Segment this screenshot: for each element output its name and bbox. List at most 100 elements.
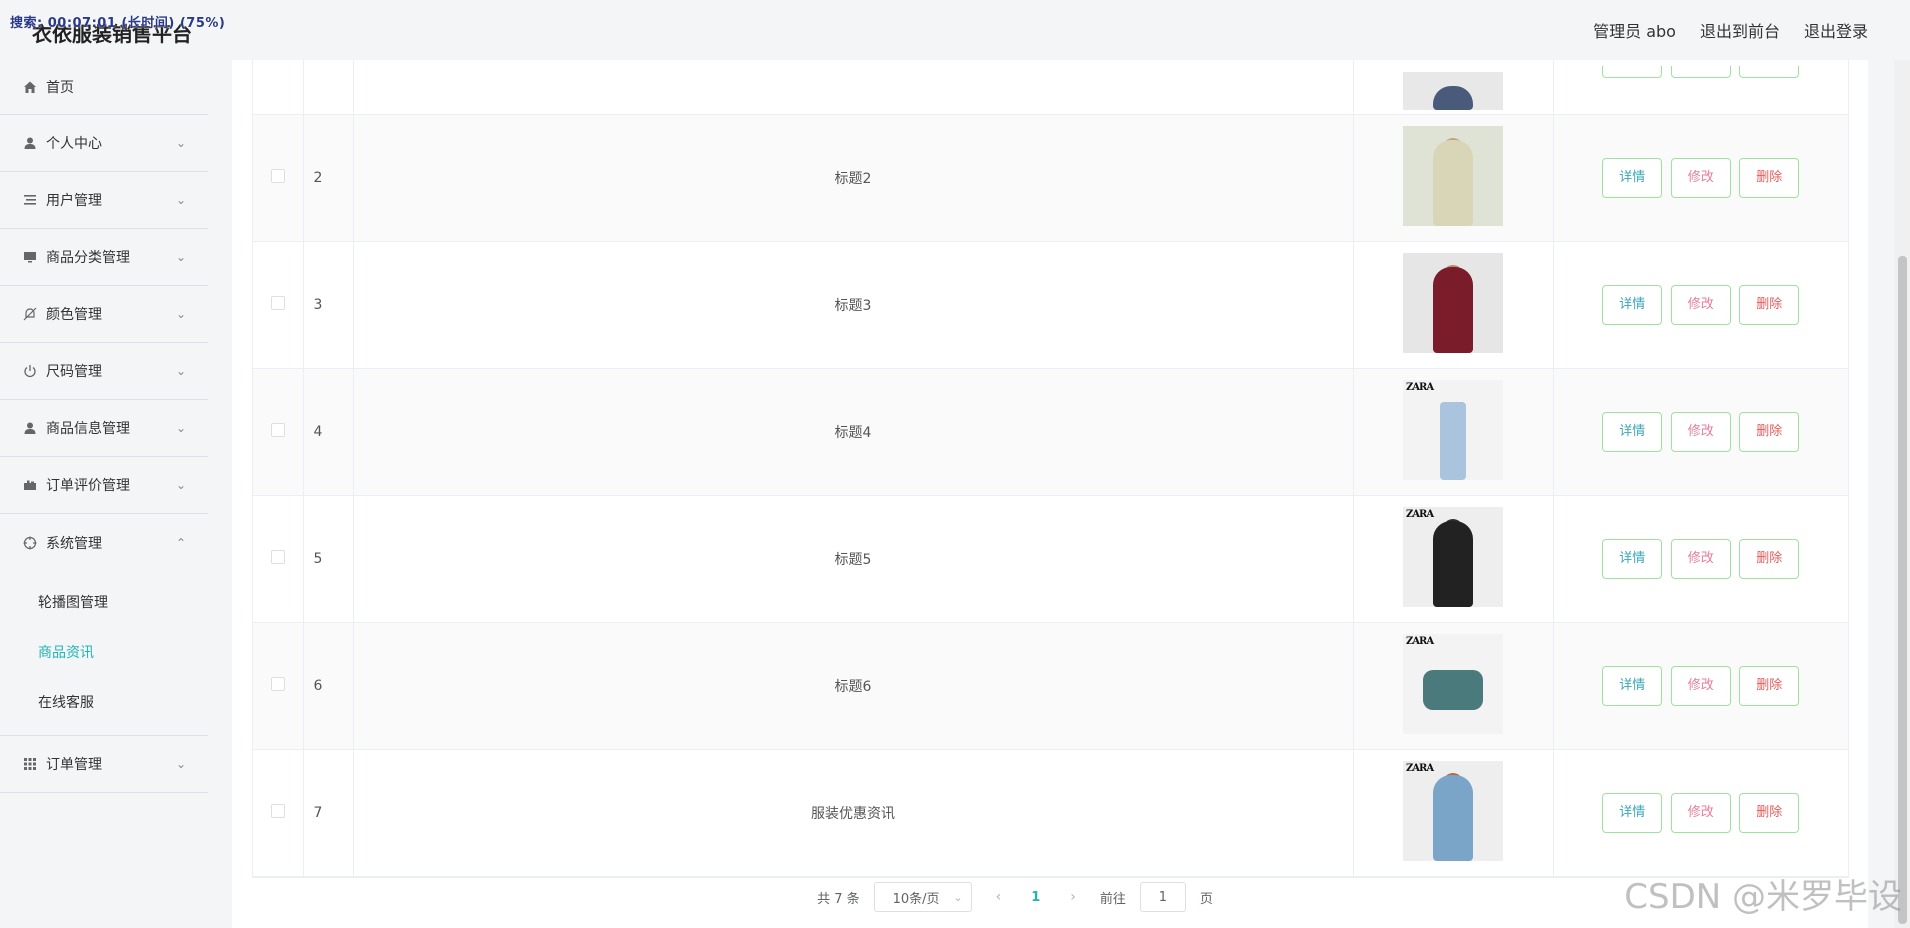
row-title: 标题3: [353, 241, 1354, 369]
sidebar-item-system-management[interactable]: 系统管理 ⌃: [0, 514, 208, 571]
scrollbar-thumb[interactable]: [1898, 256, 1907, 924]
chevron-down-icon: ⌄: [175, 136, 186, 150]
product-thumbnail: ZARA: [1403, 633, 1503, 734]
table-row: 5 标题5 ZARA 详情 修改 删除: [253, 495, 1848, 623]
edit-button[interactable]: 修改: [1670, 157, 1731, 198]
edit-button[interactable]: 修改: [1670, 665, 1731, 706]
crosshair-icon: [22, 535, 38, 551]
main-content: 详情 修改 删除 2 标题2: [232, 60, 1868, 928]
delete-button[interactable]: 删除: [1739, 157, 1800, 198]
goto-page-input[interactable]: [1139, 882, 1186, 912]
edit-button[interactable]: 修改: [1670, 792, 1731, 833]
table-row: 详情 修改 删除: [253, 60, 1848, 115]
detail-button[interactable]: 详情: [1602, 284, 1663, 325]
row-checkbox[interactable]: [270, 549, 285, 564]
row-title: 标题5: [353, 495, 1354, 623]
sidebar-item-label: 系统管理: [46, 535, 102, 552]
sidebar-item-product-info[interactable]: 商品信息管理 ⌄: [0, 400, 208, 457]
sidebar: 首页 个人中心 ⌄ 用户管理 ⌄ 商品分类管理 ⌄ 颜色管理 ⌄ 尺码管理 ⌄: [0, 60, 208, 928]
table-row: 6 标题6 ZARA 详情 修改 删除: [253, 622, 1848, 750]
exit-to-front-link[interactable]: 退出到前台: [1700, 18, 1780, 42]
edit-button[interactable]: 修改: [1670, 411, 1731, 452]
detail-button[interactable]: 详情: [1602, 792, 1663, 833]
brand-logo: ZARA: [1406, 508, 1434, 520]
sidebar-item-order-management[interactable]: 订单管理 ⌄: [0, 736, 208, 793]
chevron-down-icon: ⌄: [175, 307, 186, 321]
brand-logo: ZARA: [1406, 762, 1434, 774]
product-thumbnail: ZARA: [1403, 379, 1503, 480]
sidebar-item-size-management[interactable]: 尺码管理 ⌄: [0, 343, 208, 400]
delete-button[interactable]: 删除: [1739, 665, 1800, 706]
sidebar-item-label: 商品信息管理: [46, 421, 130, 437]
sidebar-item-order-review[interactable]: 订单评价管理 ⌄: [0, 457, 208, 514]
top-header: 搜索: 00:07:01 (长时间) (75%) 衣依服装销售平台 管理员 ab…: [0, 0, 1910, 60]
product-thumbnail: ZARA: [1403, 760, 1503, 861]
table-row: 3 标题3 详情 修改 删除: [253, 241, 1848, 369]
row-index: 3: [303, 241, 354, 369]
edit-button[interactable]: 修改: [1670, 538, 1731, 579]
edit-button[interactable]: 修改: [1670, 284, 1731, 325]
monitor-icon: [22, 249, 38, 265]
row-index: 4: [303, 368, 354, 496]
chevron-down-icon: ⌄: [175, 250, 186, 264]
delete-button[interactable]: 删除: [1739, 792, 1800, 833]
sidebar-item-user-management[interactable]: 用户管理 ⌄: [0, 172, 208, 229]
total-count: 共 7 条: [817, 891, 860, 907]
prev-page-icon[interactable]: ‹: [986, 889, 1012, 905]
table-row: 2 标题2 详情 修改 删除: [253, 114, 1848, 242]
product-thumbnail: [1403, 125, 1503, 226]
bell-off-icon: [22, 306, 38, 322]
product-thumbnail: ZARA: [1403, 506, 1503, 607]
watermark: CSDN @米罗毕设: [1624, 877, 1902, 917]
chevron-down-icon: ⌄: [175, 364, 186, 378]
row-checkbox[interactable]: [270, 295, 285, 310]
row-title: 服装优惠资讯: [353, 749, 1354, 877]
sidebar-item-home[interactable]: 首页: [0, 60, 208, 115]
delete-button[interactable]: 删除: [1739, 411, 1800, 452]
page-size-select[interactable]: 10条/页 ⌄: [873, 882, 972, 912]
logout-link[interactable]: 退出登录: [1804, 18, 1868, 42]
row-checkbox[interactable]: [270, 422, 285, 437]
top-nav: 管理员 abo 退出到前台 退出登录: [1593, 18, 1868, 42]
row-checkbox[interactable]: [270, 803, 285, 818]
row-index: 6: [303, 622, 354, 750]
sidebar-subitem-online-service[interactable]: 在线客服: [0, 677, 208, 727]
chevron-down-icon: ⌄: [953, 890, 963, 904]
page-suffix: 页: [1199, 891, 1213, 907]
user-icon: [22, 420, 38, 436]
row-checkbox[interactable]: [270, 676, 285, 691]
detail-button[interactable]: 详情: [1602, 538, 1663, 579]
user-icon: [22, 135, 38, 151]
news-table: 详情 修改 删除 2 标题2: [252, 60, 1849, 878]
detail-button[interactable]: 详情: [1602, 411, 1663, 452]
sidebar-item-label: 订单评价管理: [46, 478, 130, 494]
vertical-scrollbar[interactable]: [1894, 60, 1910, 928]
row-checkbox[interactable]: [270, 168, 285, 183]
chevron-down-icon: ⌄: [175, 757, 186, 771]
sidebar-item-category-management[interactable]: 商品分类管理 ⌄: [0, 229, 208, 286]
sidebar-subitem-product-news[interactable]: 商品资讯: [0, 627, 208, 677]
current-page[interactable]: 1: [1025, 890, 1046, 905]
next-page-icon[interactable]: ›: [1060, 889, 1086, 905]
sidebar-item-color-management[interactable]: 颜色管理 ⌄: [0, 286, 208, 343]
delete-button[interactable]: 删除: [1739, 538, 1800, 579]
admin-user-label: 管理员 abo: [1593, 22, 1676, 41]
edit-button[interactable]: 修改: [1670, 66, 1731, 78]
chevron-up-icon: ⌃: [175, 535, 186, 550]
delete-button[interactable]: 删除: [1739, 66, 1800, 78]
goto-label: 前往: [1099, 891, 1126, 907]
delete-button[interactable]: 删除: [1739, 284, 1800, 325]
power-icon: [22, 363, 38, 379]
detail-button[interactable]: 详情: [1602, 665, 1663, 706]
row-title: 标题2: [353, 114, 1354, 242]
sidebar-item-label: 订单管理: [46, 757, 102, 773]
sidebar-subitem-carousel[interactable]: 轮播图管理: [0, 577, 208, 627]
page-size-value: 10条/页: [892, 891, 940, 907]
recorder-overlay: 搜索: 00:07:01 (长时间) (75%): [10, 16, 226, 31]
detail-button[interactable]: 详情: [1602, 66, 1663, 78]
detail-button[interactable]: 详情: [1602, 157, 1663, 198]
brand-logo: ZARA: [1406, 381, 1434, 393]
brand-logo: ZARA: [1406, 635, 1434, 647]
row-title: 标题4: [353, 368, 1354, 496]
sidebar-item-personal-center[interactable]: 个人中心 ⌄: [0, 115, 208, 172]
